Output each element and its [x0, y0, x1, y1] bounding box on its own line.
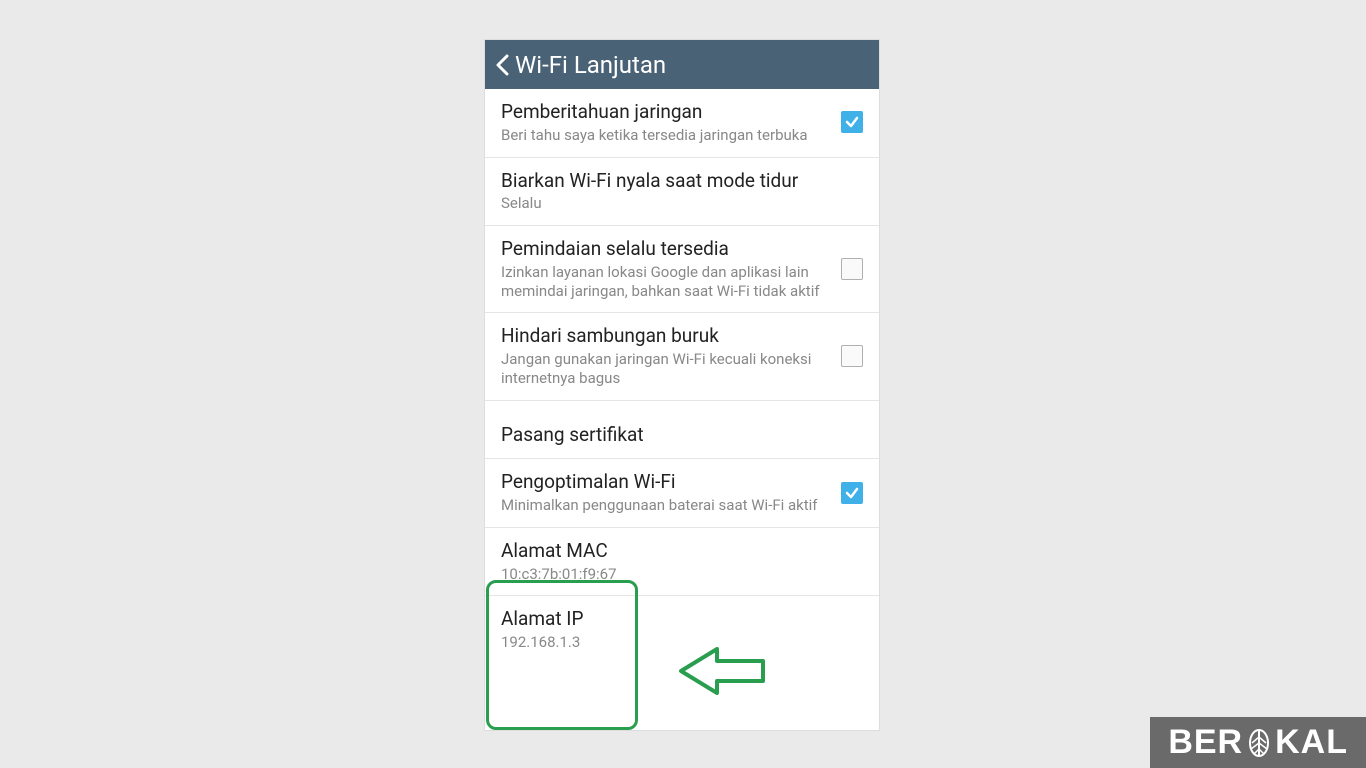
header-title: Wi-Fi Lanjutan	[515, 51, 666, 79]
row-subtitle: Izinkan layanan lokasi Google dan aplika…	[501, 263, 831, 301]
row-scanning-available[interactable]: Pemindaian selalu tersedia Izinkan layan…	[485, 226, 879, 313]
row-subtitle: Jangan gunakan jaringan Wi-Fi kecuali ko…	[501, 350, 831, 388]
leaf-icon	[1245, 729, 1273, 757]
row-wifi-optimization[interactable]: Pengoptimalan Wi-Fi Minimalkan penggunaa…	[485, 459, 879, 528]
mac-address-value: 10:c3:7b:01:f9:67	[501, 565, 853, 584]
settings-screen: Wi-Fi Lanjutan Pemberitahuan jaringan Be…	[485, 40, 879, 730]
checkbox-wifi-optimization[interactable]	[841, 482, 863, 504]
row-subtitle: Selalu	[501, 194, 853, 213]
header-bar[interactable]: Wi-Fi Lanjutan	[485, 40, 879, 89]
ip-address-value: 192.168.1.3	[501, 633, 853, 652]
row-title: Biarkan Wi-Fi nyala saat mode tidur	[501, 169, 853, 193]
row-mac-address: Alamat MAC 10:c3:7b:01:f9:67	[485, 528, 879, 597]
row-network-notification[interactable]: Pemberitahuan jaringan Beri tahu saya ke…	[485, 89, 879, 158]
row-title: Pemindaian selalu tersedia	[501, 237, 831, 261]
watermark-text: BER	[1168, 723, 1243, 762]
row-install-certificate[interactable]: Pasang sertifikat	[485, 401, 879, 460]
checkbox-avoid-poor[interactable]	[841, 345, 863, 367]
row-title: Alamat MAC	[501, 539, 853, 563]
row-subtitle: Minimalkan penggunaan baterai saat Wi-Fi…	[501, 496, 831, 515]
row-avoid-poor[interactable]: Hindari sambungan buruk Jangan gunakan j…	[485, 313, 879, 400]
row-title: Pengoptimalan Wi-Fi	[501, 470, 831, 494]
row-subtitle: Beri tahu saya ketika tersedia jaringan …	[501, 126, 831, 145]
row-title: Pasang sertifikat	[501, 423, 853, 447]
watermark-badge: BER KAL	[1150, 717, 1366, 768]
back-icon[interactable]	[495, 54, 509, 76]
row-ip-address: Alamat IP 192.168.1.3	[485, 596, 879, 664]
checkbox-scanning[interactable]	[841, 258, 863, 280]
row-keep-wifi-sleep[interactable]: Biarkan Wi-Fi nyala saat mode tidur Sela…	[485, 158, 879, 227]
row-title: Alamat IP	[501, 607, 853, 631]
row-title: Pemberitahuan jaringan	[501, 100, 831, 124]
watermark-text: KAL	[1275, 723, 1348, 762]
checkbox-network-notification[interactable]	[841, 111, 863, 133]
row-title: Hindari sambungan buruk	[501, 324, 831, 348]
